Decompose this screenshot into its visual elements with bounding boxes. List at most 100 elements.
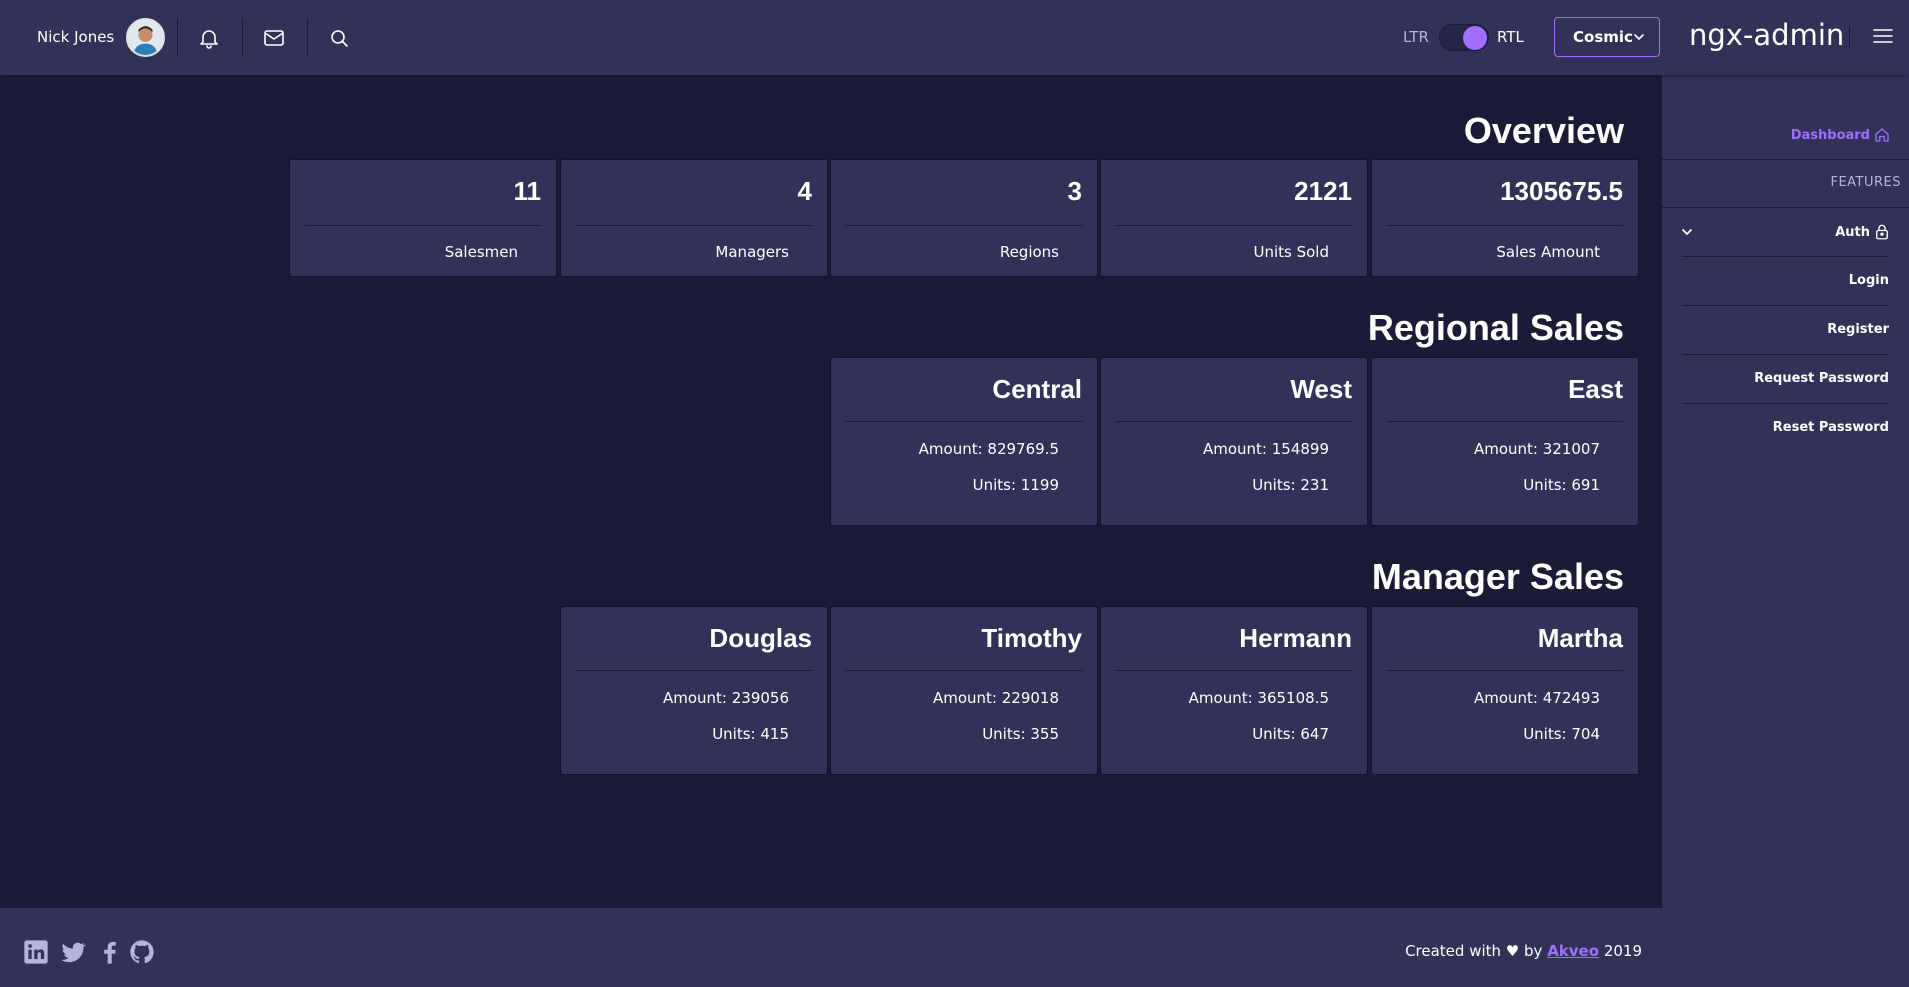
region-units: Units: 1199 <box>972 476 1059 494</box>
stat-value: 2121 <box>1294 176 1352 206</box>
card-divider <box>576 670 812 671</box>
sidebar-divider <box>1682 256 1889 257</box>
stat-value: 4 <box>797 176 812 206</box>
sidebar: Dashboard FEATURES Auth Login Register R… <box>1662 75 1909 987</box>
user-name: Nick Jones <box>37 28 115 46</box>
manager-name: Timothy <box>981 623 1082 653</box>
card-divider <box>1387 421 1623 422</box>
region-amount: Amount: 829769.5 <box>918 440 1059 458</box>
card-divider <box>305 225 541 226</box>
region-name: Central <box>992 374 1082 404</box>
stat-label: Salesmen <box>444 243 518 261</box>
theme-select[interactable]: Cosmic <box>1554 17 1660 57</box>
card-divider <box>1116 421 1352 422</box>
sidebar-item-register[interactable]: Register <box>1827 322 1889 337</box>
manager-name: Martha <box>1537 623 1623 653</box>
manager-card-martha: Martha Amount: 472493 Units: 704 <box>1371 606 1639 775</box>
stat-value: 3 <box>1067 176 1082 206</box>
region-card-east: East Amount: 321007 Units: 691 <box>1371 357 1639 526</box>
manager-card-douglas: Douglas Amount: 239056 Units: 415 <box>560 606 828 775</box>
stat-value: 11 <box>513 176 542 206</box>
regional-sales-title: Regional Sales <box>1367 307 1624 348</box>
notifications-bell-icon[interactable] <box>197 26 221 50</box>
header-divider <box>307 18 308 56</box>
manager-amount: Amount: 365108.5 <box>1188 689 1329 707</box>
direction-toggle[interactable] <box>1439 24 1489 51</box>
akveo-link[interactable]: Akveo <box>1547 942 1599 960</box>
manager-card-timothy: Timothy Amount: 229018 Units: 355 <box>830 606 1098 775</box>
region-units: Units: 231 <box>1252 476 1329 494</box>
region-amount: Amount: 154899 <box>1202 440 1329 458</box>
direction-ltr-label: LTR <box>1403 28 1429 46</box>
header-divider <box>242 18 243 56</box>
sidebar-divider <box>1682 305 1889 306</box>
github-icon[interactable] <box>128 938 156 966</box>
search-icon[interactable] <box>327 26 351 50</box>
sidebar-divider <box>1682 403 1889 404</box>
manager-units: Units: 415 <box>712 725 789 743</box>
sidebar-divider <box>1662 159 1909 160</box>
credit-year: 2019 <box>1603 942 1642 960</box>
region-name: West <box>1290 374 1352 404</box>
header-divider <box>1849 26 1850 48</box>
sidebar-item-label: Dashboard <box>1790 127 1870 143</box>
sidebar-divider <box>1682 354 1889 355</box>
region-card-west: West Amount: 154899 Units: 231 <box>1100 357 1368 526</box>
sidebar-item-auth[interactable]: Auth <box>1680 222 1891 242</box>
sidebar-item-login[interactable]: Login <box>1849 273 1889 288</box>
chevron-down-icon <box>1634 34 1644 41</box>
chevron-down-icon <box>1682 229 1692 236</box>
manager-units: Units: 355 <box>982 725 1059 743</box>
card-divider <box>1387 225 1623 226</box>
stat-card-sales-amount: 1305675.5 Sales Amount <box>1371 159 1639 277</box>
facebook-icon[interactable] <box>96 938 124 966</box>
manager-amount: Amount: 239056 <box>662 689 789 707</box>
stat-value: 1305675.5 <box>1500 176 1623 206</box>
menu-toggle-icon[interactable] <box>1871 24 1895 48</box>
sidebar-item-reset-password[interactable]: Reset Password <box>1773 420 1889 435</box>
manager-amount: Amount: 472493 <box>1473 689 1600 707</box>
stat-card-managers: 4 Managers <box>560 159 828 277</box>
stat-card-regions: 3 Regions <box>830 159 1098 277</box>
manager-units: Units: 647 <box>1252 725 1329 743</box>
overview-title: Overview <box>1463 110 1624 151</box>
card-divider <box>846 225 1082 226</box>
mail-icon[interactable] <box>262 26 286 50</box>
stat-label: Regions <box>999 243 1059 261</box>
linkedin-icon[interactable] <box>22 938 50 966</box>
region-card-central: Central Amount: 829769.5 Units: 1199 <box>830 357 1098 526</box>
stat-label: Units Sold <box>1253 243 1329 261</box>
footer-credit: Created with ♥ by Akveo 2019 <box>1405 942 1642 960</box>
toggle-knob <box>1463 26 1487 50</box>
footer: Created with ♥ by Akveo 2019 <box>0 908 1662 987</box>
manager-amount: Amount: 229018 <box>932 689 1059 707</box>
brand-logo[interactable]: ngx-admin <box>1689 18 1844 52</box>
manager-name: Hermann <box>1239 623 1352 653</box>
card-divider <box>846 670 1082 671</box>
stat-card-units-sold: 2121 Units Sold <box>1100 159 1368 277</box>
manager-card-hermann: Hermann Amount: 365108.5 Units: 647 <box>1100 606 1368 775</box>
region-units: Units: 691 <box>1523 476 1600 494</box>
region-amount: Amount: 321007 <box>1473 440 1600 458</box>
theme-select-value: Cosmic <box>1573 28 1633 46</box>
sidebar-item-request-password[interactable]: Request Password <box>1754 371 1889 386</box>
user-avatar[interactable] <box>126 17 166 57</box>
card-divider <box>576 225 812 226</box>
top-header: Nick Jones LTR RTL Cosmic ngx-admin <box>0 0 1909 75</box>
card-divider <box>1387 670 1623 671</box>
direction-rtl-label: RTL <box>1497 28 1524 46</box>
region-name: East <box>1568 374 1623 404</box>
user-menu[interactable]: Nick Jones <box>37 17 166 57</box>
lock-icon <box>1876 224 1888 240</box>
manager-units: Units: 704 <box>1523 725 1600 743</box>
credit-text: Created with ♥ by <box>1405 942 1543 960</box>
home-icon <box>1875 128 1889 142</box>
header-divider <box>177 18 178 56</box>
manager-name: Douglas <box>709 623 812 653</box>
stat-card-salesmen: 11 Salesmen <box>289 159 557 277</box>
sidebar-group-features: FEATURES <box>1830 175 1901 190</box>
stat-label: Sales Amount <box>1496 243 1600 261</box>
sidebar-item-dashboard[interactable]: Dashboard <box>1791 123 1891 147</box>
twitter-icon[interactable] <box>59 938 87 966</box>
card-divider <box>846 421 1082 422</box>
